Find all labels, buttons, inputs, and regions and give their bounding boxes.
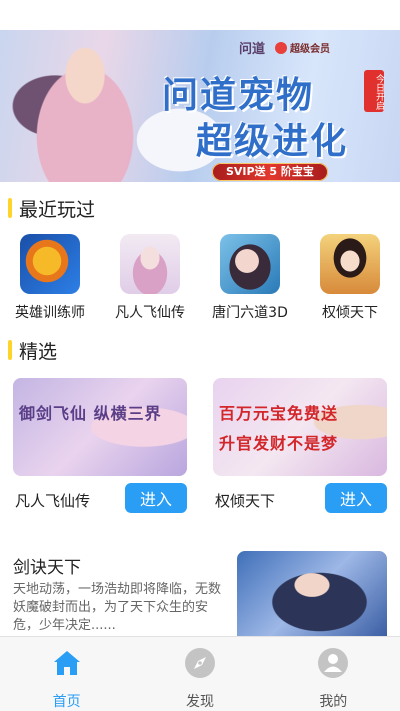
featured-card-image[interactable]: 御剑飞仙 纵横三界	[13, 378, 187, 476]
recent-section-title: 最近玩过	[19, 198, 96, 221]
featured-card: 百万元宝免费送 升官发财不是梦 权倾天下 进入	[213, 378, 389, 513]
featured-card-caption: 百万元宝免费送	[219, 404, 339, 423]
banner-title-line2: 超级进化	[196, 120, 349, 162]
banner-title-line1: 问道宠物	[162, 74, 315, 116]
featured-card: 御剑飞仙 纵横三界 凡人飞仙传 进入	[13, 378, 189, 513]
recent-game-item[interactable]: 凡人飞仙传	[104, 234, 196, 322]
tab-label: 发现	[185, 694, 214, 710]
game-logo: 问道	[238, 42, 265, 57]
recent-game-label: 唐门六道3D	[212, 305, 288, 321]
featured-card-caption: 御剑飞仙 纵横三界	[19, 404, 162, 423]
promo-banner[interactable]: 问道 超级会员 问道宠物 超级进化 今日开启 SVIP送 5 阶宝宝	[0, 30, 400, 182]
dragon-game-icon	[20, 234, 80, 294]
article-title: 剑诀天下	[13, 558, 81, 578]
tab-profile[interactable]: 我的	[267, 637, 400, 711]
featured-section-title: 精选	[19, 340, 58, 363]
featured-card-caption-2: 升官发财不是梦	[219, 434, 339, 453]
featured-card-name: 权倾天下	[215, 492, 276, 510]
compass-icon	[184, 648, 215, 678]
featured-section-header: 精选	[8, 339, 58, 363]
bottom-tab-bar: 首页 发现 我的	[0, 636, 400, 711]
recent-game-label: 权倾天下	[322, 305, 378, 321]
recent-game-item[interactable]: 英雄训练师	[4, 234, 96, 322]
tab-discover[interactable]: 发现	[133, 637, 266, 711]
recent-games-list: 英雄训练师 凡人飞仙传 唐门六道3D 权倾天下	[0, 234, 400, 324]
article-description: 天地动荡，一场浩劫即将降临，无数妖魔破封而出，为了天下众生的安危，少年决定...…	[13, 582, 222, 633]
banner-date-tag: 今日开启	[364, 70, 384, 112]
section-accent-bar	[8, 340, 12, 360]
tab-home[interactable]: 首页	[0, 637, 133, 711]
user-icon	[318, 648, 349, 678]
home-icon	[53, 651, 80, 675]
vip-logo-text: 超级会员	[290, 44, 330, 55]
recent-game-item[interactable]: 唐门六道3D	[204, 234, 296, 322]
recent-section-header: 最近玩过	[8, 197, 96, 221]
tab-label: 我的	[319, 694, 348, 710]
article-thumbnail	[237, 551, 387, 636]
tab-label: 首页	[52, 694, 81, 710]
recent-game-label: 凡人飞仙传	[115, 305, 185, 321]
vip-logo: 超级会员	[275, 40, 330, 55]
featured-card-name: 凡人飞仙传	[15, 492, 91, 510]
banner-logos: 问道 超级会员	[239, 38, 330, 57]
enter-game-button[interactable]: 进入	[325, 483, 387, 513]
status-bar	[0, 0, 400, 30]
section-accent-bar	[8, 198, 12, 218]
enter-game-button[interactable]: 进入	[125, 483, 187, 513]
tangmen-game-icon	[220, 234, 280, 294]
recent-game-item[interactable]: 权倾天下	[304, 234, 396, 322]
recent-game-label: 英雄训练师	[15, 305, 85, 321]
vip-badge-icon	[275, 41, 287, 54]
empress-game-icon	[320, 234, 380, 294]
news-article[interactable]: 剑诀天下 天地动荡，一场浩劫即将降临，无数妖魔破封而出，为了天下众生的安危，少年…	[0, 551, 400, 636]
fairy-game-icon	[120, 234, 180, 294]
banner-promo-pill: SVIP送 5 阶宝宝	[212, 163, 328, 181]
featured-card-image[interactable]: 百万元宝免费送 升官发财不是梦	[213, 378, 387, 476]
